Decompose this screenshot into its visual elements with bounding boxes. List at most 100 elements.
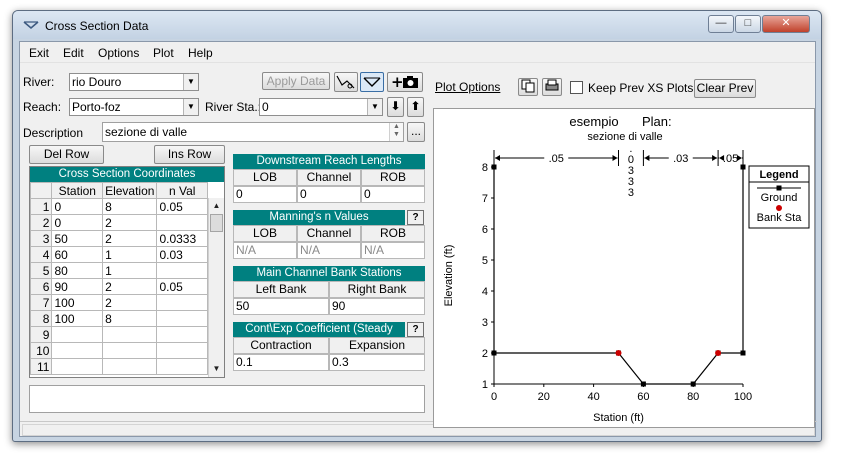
coords-scrollbar[interactable]: ▲ ▼ bbox=[208, 198, 224, 377]
row-number[interactable]: 3 bbox=[29, 230, 53, 247]
xs-shape-icon[interactable] bbox=[360, 72, 384, 92]
maximize-button[interactable]: □ bbox=[735, 15, 761, 33]
elevation-cell[interactable]: 2 bbox=[102, 230, 158, 247]
ins-row-button[interactable]: Ins Row bbox=[154, 145, 225, 164]
keep-prev-checkbox[interactable] bbox=[570, 81, 583, 94]
mannings-help-icon[interactable]: ? bbox=[407, 210, 424, 225]
station-cell[interactable] bbox=[51, 358, 104, 375]
menu-edit[interactable]: Edit bbox=[63, 46, 84, 60]
nval-cell[interactable]: 0.03 bbox=[156, 246, 208, 263]
print-icon[interactable] bbox=[542, 78, 562, 96]
elevation-cell[interactable] bbox=[102, 342, 158, 359]
elevation-cell[interactable]: 8 bbox=[102, 310, 158, 327]
nval-cell[interactable] bbox=[156, 262, 208, 279]
menu-exit[interactable]: Exit bbox=[29, 46, 49, 60]
station-cell[interactable]: 50 bbox=[51, 230, 104, 247]
row-number[interactable]: 2 bbox=[29, 214, 53, 231]
nval-cell[interactable] bbox=[156, 358, 208, 375]
prev-station-arrow-up-icon[interactable]: ⬆ bbox=[407, 97, 424, 117]
mannings-rob-field[interactable]: N/A bbox=[361, 242, 425, 259]
scroll-up-arrow-icon[interactable]: ▲ bbox=[209, 198, 224, 214]
table-row: 3 50 2 0.0333 bbox=[29, 230, 208, 247]
menu-plot[interactable]: Plot bbox=[153, 46, 174, 60]
row-number[interactable]: 8 bbox=[29, 310, 53, 327]
description-field[interactable]: sezione di valle ▲ ▼ bbox=[102, 122, 404, 142]
station-cell[interactable]: 0 bbox=[51, 214, 104, 231]
nval-cell[interactable] bbox=[156, 214, 208, 231]
scroll-thumb[interactable] bbox=[210, 214, 223, 232]
station-cell[interactable]: 90 bbox=[51, 278, 104, 295]
chevron-down-icon[interactable]: ▼ bbox=[183, 99, 198, 115]
plot-options-link[interactable]: Plot Options bbox=[435, 80, 500, 94]
left-bank-field[interactable]: 50 bbox=[233, 298, 329, 315]
downstream-lob-field[interactable]: 0 bbox=[233, 186, 297, 203]
row-number[interactable]: 1 bbox=[29, 198, 53, 215]
station-cell[interactable]: 0 bbox=[51, 198, 104, 215]
river-sta-select[interactable]: 0 ▼ bbox=[259, 98, 383, 116]
table-row: 6 90 2 0.05 bbox=[29, 278, 208, 295]
contraction-field[interactable]: 0.1 bbox=[233, 354, 329, 371]
station-cell[interactable]: 60 bbox=[51, 246, 104, 263]
add-picture-icon[interactable]: + bbox=[387, 72, 423, 92]
menu-options[interactable]: Options bbox=[98, 46, 139, 60]
chevron-down-icon[interactable]: ▼ bbox=[183, 74, 198, 90]
close-button[interactable]: ✕ bbox=[762, 15, 810, 33]
nval-cell[interactable]: 0.05 bbox=[156, 278, 208, 295]
row-number[interactable]: 9 bbox=[29, 326, 53, 343]
row-number[interactable]: 7 bbox=[29, 294, 53, 311]
mannings-channel-field[interactable]: N/A bbox=[297, 242, 361, 259]
copy-icon[interactable] bbox=[518, 78, 538, 96]
station-cell[interactable] bbox=[51, 326, 104, 343]
chevron-down-icon[interactable]: ▼ bbox=[367, 99, 382, 115]
river-select[interactable]: rio Douro ▼ bbox=[69, 73, 199, 91]
station-cell[interactable] bbox=[51, 342, 104, 359]
n-value-arrowhead bbox=[712, 155, 718, 161]
row-number[interactable]: 5 bbox=[29, 262, 53, 279]
scroll-down-arrow-icon[interactable]: ▼ bbox=[209, 361, 224, 377]
contexp-help-icon[interactable]: ? bbox=[407, 322, 424, 337]
reach-select[interactable]: Porto-foz ▼ bbox=[69, 98, 199, 116]
nval-cell[interactable]: 0.0333 bbox=[156, 230, 208, 247]
downstream-rob-field[interactable]: 0 bbox=[361, 186, 425, 203]
nval-cell[interactable] bbox=[156, 310, 208, 327]
next-station-arrow-down-icon[interactable]: ⬇ bbox=[387, 97, 404, 117]
y-tick-label: 8 bbox=[482, 162, 488, 174]
elevation-cell[interactable]: 2 bbox=[102, 214, 158, 231]
elevation-cell[interactable]: 2 bbox=[102, 294, 158, 311]
menu-help[interactable]: Help bbox=[188, 46, 213, 60]
elevation-cell[interactable] bbox=[102, 326, 158, 343]
elevation-cell[interactable]: 1 bbox=[102, 246, 158, 263]
clear-prev-button[interactable]: Clear Prev bbox=[694, 79, 756, 98]
downstream-channel-field[interactable]: 0 bbox=[297, 186, 361, 203]
x-tick-label: 40 bbox=[587, 391, 599, 403]
nval-cell[interactable] bbox=[156, 342, 208, 359]
nval-cell[interactable] bbox=[156, 294, 208, 311]
minimize-button[interactable]: — bbox=[708, 15, 734, 33]
right-bank-field[interactable]: 90 bbox=[329, 298, 425, 315]
elevation-cell[interactable]: 1 bbox=[102, 262, 158, 279]
ground-point bbox=[740, 164, 746, 170]
table-row: 7 100 2 bbox=[29, 294, 208, 311]
description-scroll[interactable]: ▲ ▼ bbox=[389, 123, 403, 141]
station-cell[interactable]: 100 bbox=[51, 310, 104, 327]
del-row-button[interactable]: Del Row bbox=[29, 145, 104, 164]
apply-data-button[interactable]: Apply Data bbox=[262, 72, 330, 90]
ground-point bbox=[740, 350, 746, 356]
row-number[interactable]: 10 bbox=[29, 342, 53, 359]
row-number[interactable]: 4 bbox=[29, 246, 53, 263]
table-row: 202 bbox=[29, 214, 208, 231]
station-cell[interactable]: 100 bbox=[51, 294, 104, 311]
description-label: Description bbox=[23, 126, 84, 140]
row-number[interactable]: 11 bbox=[29, 358, 53, 375]
nval-cell[interactable] bbox=[156, 326, 208, 343]
description-more-button[interactable]: ... bbox=[407, 122, 425, 142]
nval-cell[interactable]: 0.05 bbox=[156, 198, 208, 215]
elevation-cell[interactable] bbox=[102, 358, 158, 375]
elevation-cell[interactable]: 8 bbox=[102, 198, 158, 215]
station-cell[interactable]: 80 bbox=[51, 262, 104, 279]
elevation-cell[interactable]: 2 bbox=[102, 278, 158, 295]
expansion-field[interactable]: 0.3 bbox=[329, 354, 425, 371]
mannings-lob-field[interactable]: N/A bbox=[233, 242, 297, 259]
row-number[interactable]: 6 bbox=[29, 278, 53, 295]
xs-interpolate-icon[interactable] bbox=[334, 72, 358, 92]
